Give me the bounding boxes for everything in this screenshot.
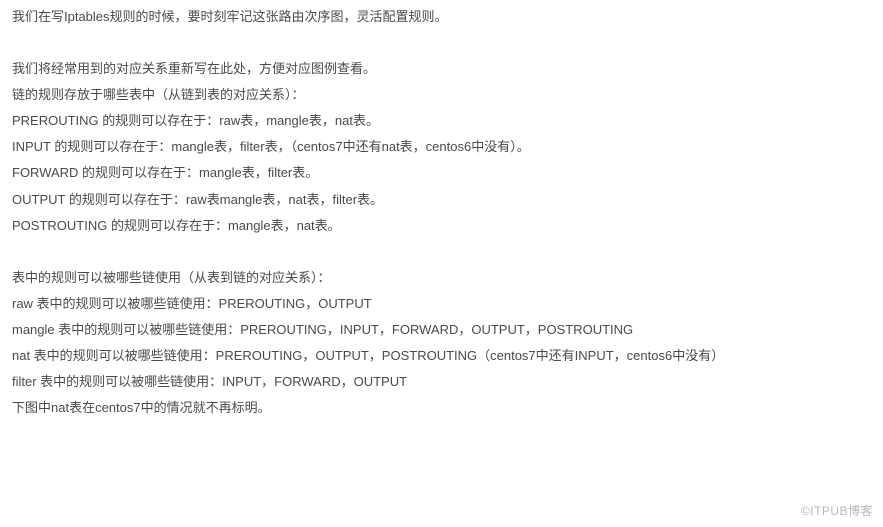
chain-input-line: INPUT 的规则可以存在于：mangle表，filter表，（centos7中… [12,136,871,158]
table-to-chain-block: 表中的规则可以被哪些链使用（从表到链的对应关系）： raw 表中的规则可以被哪些… [12,267,871,420]
chain-forward-line: FORWARD 的规则可以存在于：mangle表，filter表。 [12,162,871,184]
table-raw-line: raw 表中的规则可以被哪些链使用：PREROUTING，OUTPUT [12,293,871,315]
chain-header-line: 链的规则存放于哪些表中（从链到表的对应关系）： [12,84,871,106]
chain-lead-line: 我们将经常用到的对应关系重新写在此处，方便对应图例查看。 [12,58,871,80]
chain-prerouting-line: PREROUTING 的规则可以存在于：raw表，mangle表，nat表。 [12,110,871,132]
table-header-line: 表中的规则可以被哪些链使用（从表到链的对应关系）： [12,267,871,289]
chain-output-line: OUTPUT 的规则可以存在于：raw表mangle表，nat表，filter表… [12,189,871,211]
document-body: 我们在写Iptables规则的时候，要时刻牢记这张路由次序图，灵活配置规则。 我… [0,0,883,419]
table-nat-line: nat 表中的规则可以被哪些链使用：PREROUTING，OUTPUT，POST… [12,345,871,367]
watermark-text: ©ITPUB博客 [801,502,873,519]
chain-postrouting-line: POSTROUTING 的规则可以存在于：mangle表，nat表。 [12,215,871,237]
intro-paragraph: 我们在写Iptables规则的时候，要时刻牢记这张路由次序图，灵活配置规则。 [12,6,871,28]
chain-to-table-block: 我们将经常用到的对应关系重新写在此处，方便对应图例查看。 链的规则存放于哪些表中… [12,58,871,237]
table-filter-line: filter 表中的规则可以被哪些链使用：INPUT，FORWARD，OUTPU… [12,371,871,393]
note-line: 下图中nat表在centos7中的情况就不再标明。 [12,397,871,419]
table-mangle-line: mangle 表中的规则可以被哪些链使用：PREROUTING，INPUT，FO… [12,319,871,341]
